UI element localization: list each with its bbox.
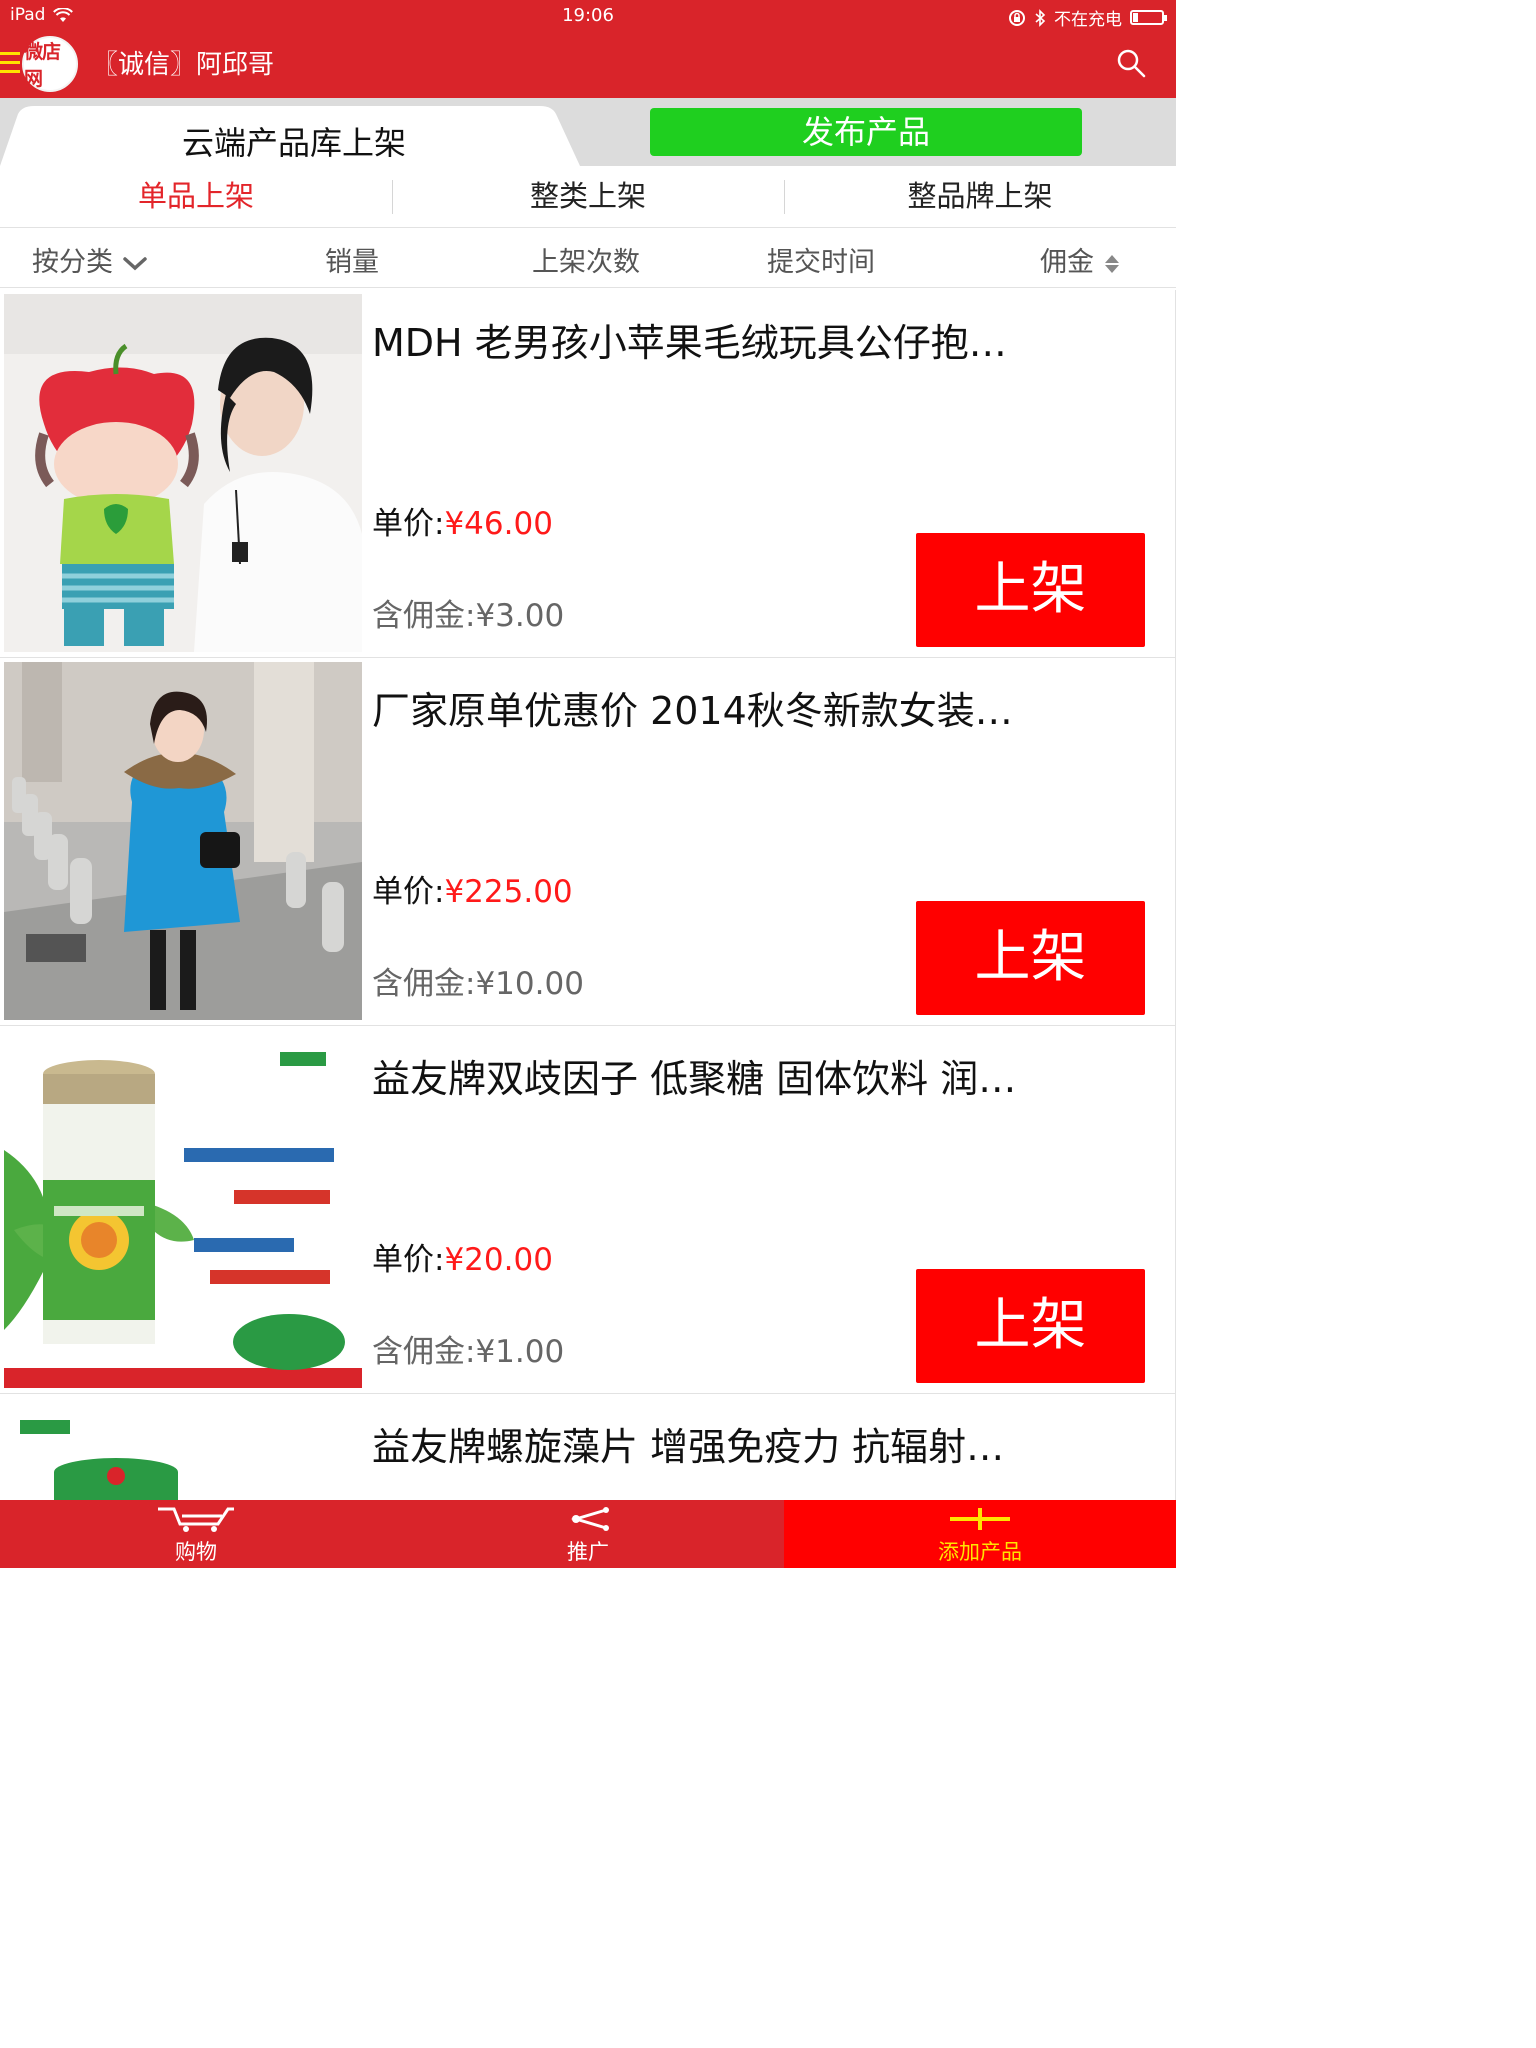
product-item[interactable]: MDH 老男孩小苹果毛绒玩具公仔抱… 单价:¥46.00 含佣金:¥3.00 上…: [0, 290, 1176, 658]
commission-label: 含佣金:: [372, 598, 476, 634]
sort-sales[interactable]: 销量: [325, 240, 379, 279]
price-label: 单价:: [372, 506, 445, 542]
product-image[interactable]: [4, 294, 362, 652]
publish-product-button[interactable]: 发布产品: [650, 108, 1082, 156]
product-price: 单价:¥46.00: [372, 498, 553, 543]
sort-bar: 按分类 销量 上架次数 提交时间 佣金: [0, 228, 1176, 288]
rotation-lock-icon: [1009, 9, 1025, 26]
commission-value: ¥3.00: [475, 598, 565, 634]
bottom-nav: 购物 推广 添加产品: [0, 1500, 1176, 1568]
app-logo[interactable]: 微店网: [22, 36, 78, 92]
tab-cloud-label: 云端产品库上架: [181, 124, 406, 162]
nav-add-product-label: 添加产品: [938, 1540, 1022, 1564]
top-tab-row: 云端产品库上架 发布产品: [0, 98, 1176, 166]
commission-value: ¥1.00: [475, 1334, 565, 1370]
app-header: 微店网 〖诚信〗阿邱哥: [0, 32, 1176, 98]
price-value: ¥20.00: [444, 1242, 553, 1278]
product-price: 单价:¥225.00: [372, 866, 573, 911]
sort-arrows-icon: [1104, 254, 1119, 273]
bluetooth-icon: [1035, 8, 1046, 27]
top-bar: iPad 19:06 不在充电 微店网 〖诚信〗阿邱哥: [0, 0, 1176, 98]
share-icon: [570, 1507, 609, 1531]
product-commission: 含佣金:¥3.00: [372, 590, 564, 635]
cart-icon: [158, 1507, 234, 1532]
product-image[interactable]: [4, 1030, 362, 1388]
product-title[interactable]: 益友牌螺旋藻片 增强免疫力 抗辐射…: [372, 1416, 1092, 1471]
status-bar: iPad 19:06 不在充电: [0, 0, 1176, 32]
price-value: ¥225.00: [444, 874, 573, 910]
product-image[interactable]: [4, 1398, 362, 1500]
sub-tabs: 单品上架 整类上架 整品牌上架: [0, 166, 1176, 228]
list-product-button[interactable]: 上架: [916, 901, 1145, 1015]
plus-icon: [950, 1508, 1010, 1530]
nav-promote[interactable]: 推广: [392, 1500, 784, 1568]
subtab-brand[interactable]: 整品牌上架: [784, 166, 1176, 228]
sort-commission-label: 佣金: [1040, 247, 1094, 278]
product-image[interactable]: [4, 662, 362, 1020]
commission-label: 含佣金:: [372, 966, 476, 1002]
commission-label: 含佣金:: [372, 1334, 476, 1370]
product-title[interactable]: 厂家原单优惠价 2014秋冬新款女装…: [372, 680, 1092, 735]
battery-icon: [1130, 10, 1167, 25]
menu-icon[interactable]: [0, 52, 20, 76]
charging-status: 不在充电: [1054, 10, 1122, 30]
chevron-down-icon: [122, 256, 147, 270]
logo-text: 微店网: [24, 42, 61, 90]
sort-category-label: 按分类: [32, 247, 113, 278]
search-icon[interactable]: [1116, 48, 1146, 78]
price-label: 单价:: [372, 1242, 445, 1278]
tab-cloud-library[interactable]: 云端产品库上架: [0, 106, 580, 166]
product-title[interactable]: 益友牌双歧因子 低聚糖 固体饮料 润…: [372, 1048, 1092, 1103]
product-item[interactable]: 厂家原单优惠价 2014秋冬新款女装… 单价:¥225.00 含佣金:¥10.0…: [0, 658, 1176, 1026]
list-product-button[interactable]: 上架: [916, 1269, 1145, 1383]
product-title[interactable]: MDH 老男孩小苹果毛绒玩具公仔抱…: [372, 312, 1092, 367]
price-label: 单价:: [372, 874, 445, 910]
nav-shopping-label: 购物: [175, 1540, 217, 1564]
status-time: 19:06: [562, 5, 614, 26]
commission-value: ¥10.00: [475, 966, 584, 1002]
product-commission: 含佣金:¥10.00: [372, 958, 584, 1003]
sort-category[interactable]: 按分类: [32, 240, 148, 279]
shop-name: 〖诚信〗阿邱哥: [92, 50, 275, 80]
product-list: MDH 老男孩小苹果毛绒玩具公仔抱… 单价:¥46.00 含佣金:¥3.00 上…: [0, 290, 1176, 1500]
sort-listings[interactable]: 上架次数: [532, 240, 640, 279]
subtab-single[interactable]: 单品上架: [0, 166, 392, 228]
product-commission: 含佣金:¥1.00: [372, 1326, 564, 1371]
subtab-category[interactable]: 整类上架: [392, 166, 784, 228]
product-price: 单价:¥20.00: [372, 1234, 553, 1279]
product-item[interactable]: 益友牌双歧因子 低聚糖 固体饮料 润… 单价:¥20.00 含佣金:¥1.00 …: [0, 1026, 1176, 1394]
product-item[interactable]: 益友牌螺旋藻片 增强免疫力 抗辐射…: [0, 1394, 1176, 1500]
sort-submit-time[interactable]: 提交时间: [767, 240, 875, 279]
nav-promote-label: 推广: [567, 1540, 609, 1564]
sort-commission[interactable]: 佣金: [1040, 240, 1121, 279]
list-product-button[interactable]: 上架: [916, 533, 1145, 647]
nav-add-product[interactable]: 添加产品: [784, 1500, 1176, 1568]
nav-shopping[interactable]: 购物: [0, 1500, 392, 1568]
price-value: ¥46.00: [444, 506, 553, 542]
